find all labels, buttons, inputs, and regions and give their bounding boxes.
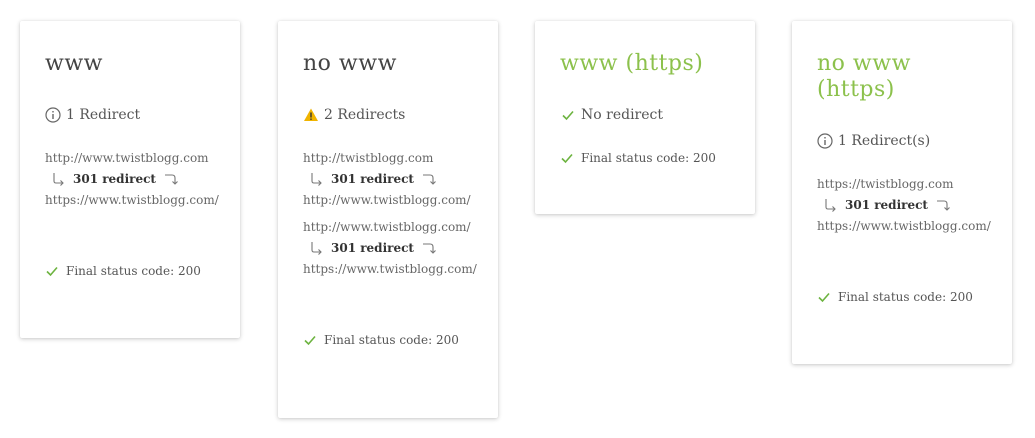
arrow-curve-down-icon <box>164 174 178 185</box>
final-status-label: Final status code: 200 <box>581 151 716 165</box>
url-item: https://www.twistblogg.com/ <box>45 193 219 207</box>
card-title: no www (https) <box>817 51 1012 103</box>
info-icon <box>45 107 61 123</box>
check-icon <box>560 107 576 123</box>
redirect-chain: https://twistblogg.com 301 redirect http… <box>817 176 1012 234</box>
redirect-hop: 301 redirect <box>51 171 240 187</box>
hop-label: 301 redirect <box>845 198 928 212</box>
card-title: www (https) <box>560 51 704 76</box>
result-card-no-www-https: no www (https) 1 Redirect(s) https://twi… <box>792 21 1012 364</box>
url-item: https://www.twistblogg.com/ <box>303 262 477 276</box>
final-status: Final status code: 200 <box>45 263 240 279</box>
final-status: Final status code: 200 <box>817 289 1012 305</box>
check-icon <box>560 151 574 165</box>
final-status-label: Final status code: 200 <box>66 264 201 278</box>
check-icon <box>45 264 59 278</box>
arrow-curve-down-icon <box>936 200 950 211</box>
summary-label: 1 Redirect(s) <box>838 133 931 149</box>
redirect-chain: http://twistblogg.com 301 redirect http:… <box>303 150 498 277</box>
card-title: www <box>45 51 103 76</box>
final-status: Final status code: 200 <box>560 150 755 166</box>
redirect-hop: 301 redirect <box>309 240 498 256</box>
redirect-summary: No redirect <box>560 106 755 124</box>
arrow-curve-down-icon <box>422 243 436 254</box>
redirect-summary: 1 Redirect(s) <box>817 132 1012 150</box>
card-title-line: (https) <box>817 77 895 102</box>
card-title-line: no www <box>817 51 911 76</box>
url-item: https://www.twistblogg.com/ <box>817 219 991 233</box>
url-item: http://www.twistblogg.com/ <box>303 220 471 234</box>
redirect-chain: http://www.twistblogg.com 301 redirect h… <box>45 150 240 208</box>
info-icon <box>817 133 833 149</box>
hop-label: 301 redirect <box>331 241 414 255</box>
warning-icon <box>303 107 319 123</box>
redirect-hop: 301 redirect <box>309 171 498 187</box>
redirect-hop: 301 redirect <box>823 197 1012 213</box>
summary-label: 2 Redirects <box>324 107 406 123</box>
arrow-curve-down-icon <box>422 174 436 185</box>
result-card-www-https: www (https) No redirect Final status cod… <box>535 21 755 214</box>
card-title: no www <box>303 51 397 76</box>
final-status-label: Final status code: 200 <box>324 333 459 347</box>
result-card-www: www 1 Redirect http://www.twistblogg.com… <box>20 21 240 338</box>
url-item: http://www.twistblogg.com <box>45 151 209 165</box>
final-status: Final status code: 200 <box>303 332 498 348</box>
arrow-down-right-icon <box>53 173 64 186</box>
final-status-label: Final status code: 200 <box>838 290 973 304</box>
arrow-down-right-icon <box>311 242 322 255</box>
arrow-down-right-icon <box>311 173 322 186</box>
summary-label: No redirect <box>581 107 663 123</box>
check-icon <box>817 290 831 304</box>
url-item: http://www.twistblogg.com/ <box>303 193 471 207</box>
redirect-summary: 2 Redirects <box>303 106 498 124</box>
hop-label: 301 redirect <box>331 172 414 186</box>
result-card-no-www: no www 2 Redirects http://twistblogg.com… <box>278 21 498 418</box>
summary-label: 1 Redirect <box>66 107 141 123</box>
redirect-summary: 1 Redirect <box>45 106 240 124</box>
check-icon <box>303 333 317 347</box>
url-item: http://twistblogg.com <box>303 151 434 165</box>
hop-label: 301 redirect <box>73 172 156 186</box>
url-item: https://twistblogg.com <box>817 177 954 191</box>
arrow-down-right-icon <box>825 199 836 212</box>
